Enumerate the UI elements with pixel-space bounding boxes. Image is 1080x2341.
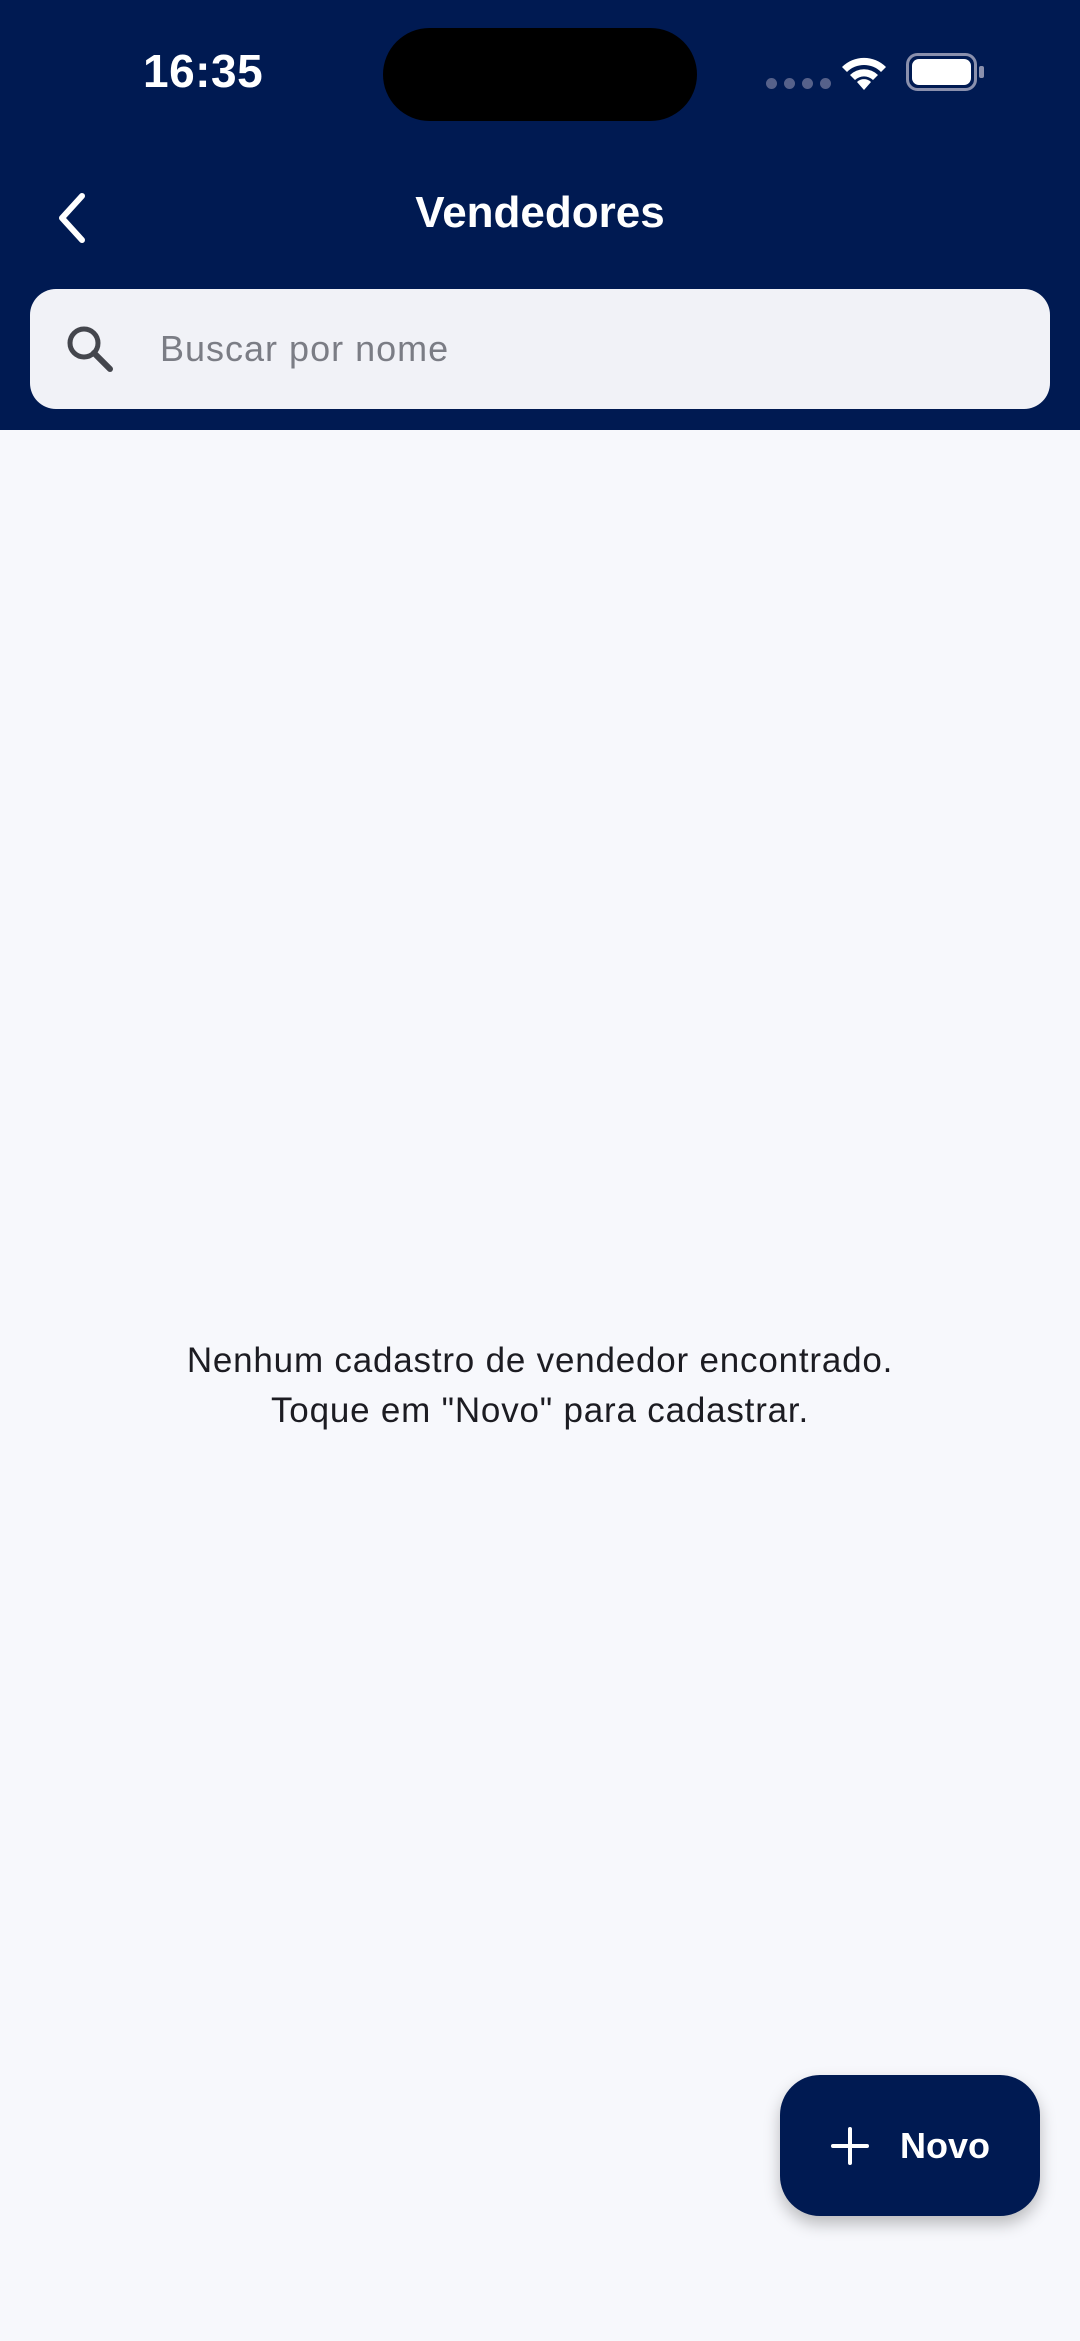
cellular-signal-icon [766, 78, 831, 89]
empty-state-line-2: Toque em "Novo" para cadastrar. [271, 1391, 809, 1430]
app-header: 16:35 Vendedores [0, 0, 1080, 430]
screen: 16:35 Vendedores Buscar por nome Nenhum … [0, 0, 1080, 2341]
page-title: Vendedores [415, 188, 665, 237]
wifi-icon [842, 57, 886, 90]
search-input[interactable] [160, 317, 1020, 381]
dynamic-island [383, 28, 697, 121]
search-box[interactable] [30, 289, 1050, 409]
empty-state-line-1: Nenhum cadastro de vendedor encontrado. [186, 1341, 894, 1380]
status-time: 16:35 [143, 45, 264, 97]
new-vendor-label: Novo [900, 2124, 990, 2166]
battery-icon [906, 53, 984, 91]
search-icon [67, 326, 113, 372]
empty-state-message: Nenhum cadastro de vendedor encontrado. … [0, 1336, 1080, 1436]
new-vendor-button[interactable]: Novo [780, 2075, 1040, 2216]
plus-icon [831, 2126, 869, 2165]
